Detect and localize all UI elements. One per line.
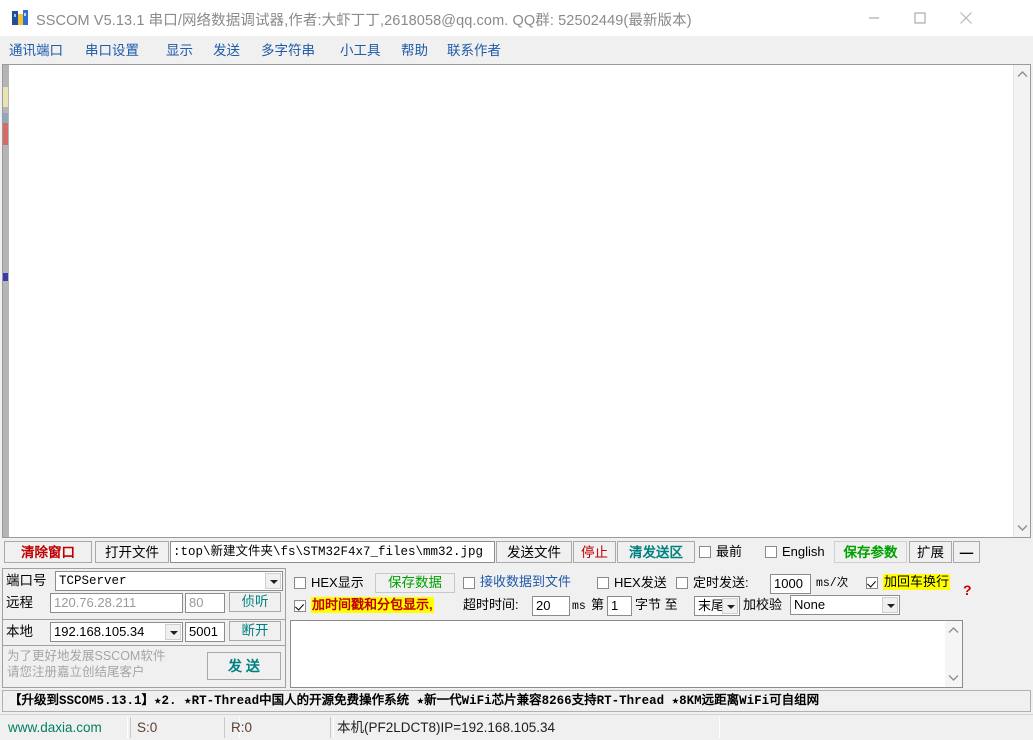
chevron-down-icon[interactable] [165, 624, 181, 640]
collapse-button[interactable]: — [953, 541, 980, 563]
send-file-button[interactable]: 发送文件 [496, 541, 572, 563]
timeout-input[interactable]: 20 [532, 596, 570, 616]
gutter-mark-2 [3, 113, 8, 123]
byte-unit-label: 字节 至 [635, 597, 678, 612]
menu-item-help[interactable]: 帮助 [401, 40, 428, 61]
open-file-button[interactable]: 打开文件 [95, 541, 169, 563]
timed-send-checkbox[interactable] [676, 577, 688, 589]
crlf-checkbox[interactable] [866, 577, 878, 589]
timed-send-label[interactable]: 定时发送: [693, 575, 749, 591]
english-label[interactable]: English [782, 544, 825, 560]
clear-window-button[interactable]: 清除窗口 [4, 541, 92, 563]
chevron-down-icon[interactable] [1014, 519, 1031, 536]
send-button[interactable]: 发 送 [207, 652, 281, 680]
send-text-area[interactable] [290, 620, 963, 688]
file-toolbar: 清除窗口 打开文件 :top\新建文件夹\fs\STM32F4x7_files\… [2, 541, 1031, 565]
maximize-button[interactable] [897, 0, 943, 36]
timestamp-checkbox[interactable] [294, 600, 306, 612]
byte-from-input[interactable]: 1 [607, 596, 632, 616]
remote-port-input[interactable]: 80 [185, 593, 225, 613]
local-port-input[interactable]: 5001 [185, 622, 225, 642]
receive-scrollbar[interactable] [1013, 65, 1030, 537]
title-bar: SSCOM V5.13.1 串口/网络数据调试器,作者:大虾丁丁,2618058… [0, 0, 1033, 37]
promo-panel: 为了更好地发展SSCOM软件 请您注册嘉立创结尾客户 发 送 [2, 646, 286, 688]
disconnect-button[interactable]: 断开 [229, 621, 281, 641]
promo-line-2: 请您注册嘉立创结尾客户 [7, 665, 145, 679]
timed-send-unit: ms/次 [816, 577, 849, 590]
timeout-unit: ms [572, 600, 586, 613]
listen-button[interactable]: 侦听 [229, 592, 281, 612]
save-params-button[interactable]: 保存参数 [834, 541, 907, 563]
menu-item-port-settings[interactable]: 串口设置 [85, 40, 139, 61]
hex-send-label[interactable]: HEX发送 [614, 575, 667, 591]
menu-item-send[interactable]: 发送 [213, 40, 240, 61]
timestamp-label[interactable]: 加时间戳和分包显示, [311, 597, 434, 613]
hex-display-label[interactable]: HEX显示 [311, 575, 364, 591]
local-label: 本地 [6, 624, 33, 639]
gutter-mark-1 [3, 87, 8, 107]
byte-to-combo[interactable]: 末尾 [694, 596, 740, 616]
port-value: TCPServer [59, 574, 127, 588]
recv-to-file-checkbox[interactable] [463, 577, 475, 589]
send-text-content[interactable] [294, 623, 942, 685]
crlf-label[interactable]: 加回车换行 [883, 574, 951, 590]
chevron-up-icon[interactable] [1014, 66, 1031, 83]
menu-item-tools[interactable]: 小工具 [340, 40, 381, 61]
help-marker-icon[interactable]: ? [963, 582, 972, 598]
gutter-mark-4 [3, 273, 8, 281]
chevron-up-icon[interactable] [945, 622, 962, 639]
window-title: SSCOM V5.13.1 串口/网络数据调试器,作者:大虾丁丁,2618058… [36, 13, 692, 29]
promo-line-1: 为了更好地发展SSCOM软件 [7, 649, 166, 663]
hex-send-checkbox[interactable] [597, 577, 609, 589]
remote-ip-input[interactable]: 120.76.28.211 [50, 593, 183, 613]
chevron-down-icon[interactable] [882, 597, 898, 613]
menu-bar: 通讯端口 串口设置 显示 发送 多字符串 小工具 帮助 联系作者 [0, 36, 1033, 64]
menu-item-comm-port[interactable]: 通讯端口 [9, 40, 63, 61]
receive-area[interactable] [2, 64, 1031, 538]
save-data-button[interactable]: 保存数据 [375, 573, 455, 593]
port-combo[interactable]: TCPServer [55, 571, 283, 591]
byte-to-value: 末尾 [698, 598, 725, 613]
port-label: 端口号 [6, 573, 47, 588]
clear-send-button[interactable]: 清发送区 [617, 541, 695, 563]
status-host-info: 本机(PF2LDCT8)IP=192.168.105.34 [330, 717, 720, 738]
chevron-down-icon[interactable] [722, 598, 738, 614]
status-website[interactable]: www.daxia.com [2, 717, 128, 738]
byte-from-label: 第 [591, 597, 605, 612]
english-checkbox[interactable] [765, 546, 777, 558]
minimize-button[interactable] [851, 0, 897, 36]
hex-display-checkbox[interactable] [294, 577, 306, 589]
checksum-label: 加校验 [743, 597, 783, 612]
local-settings-panel: 本地 192.168.105.34 5001 断开 [2, 620, 286, 646]
file-path-input[interactable]: :top\新建文件夹\fs\STM32F4x7_files\mm32.jpg [170, 541, 495, 563]
chevron-down-icon[interactable] [945, 669, 962, 686]
checksum-combo[interactable]: None [790, 595, 900, 615]
extend-button[interactable]: 扩展 [909, 541, 952, 563]
topmost-checkbox[interactable] [699, 546, 711, 558]
menu-item-multi-string[interactable]: 多字符串 [261, 40, 315, 61]
local-ip-combo[interactable]: 192.168.105.34 [50, 622, 183, 642]
receive-text[interactable] [9, 68, 1011, 535]
stop-button[interactable]: 停止 [573, 541, 616, 563]
recv-to-file-label[interactable]: 接收数据到文件 [480, 574, 571, 590]
timeout-label: 超时时间: [463, 597, 519, 612]
status-received-count: R:0 [224, 717, 334, 738]
close-button[interactable] [943, 0, 989, 36]
chevron-down-icon[interactable] [265, 573, 281, 589]
gutter-mark-3 [3, 123, 8, 145]
sscom-window: SSCOM V5.13.1 串口/网络数据调试器,作者:大虾丁丁,2618058… [0, 0, 1033, 740]
connection-settings-panel: 端口号 TCPServer 远程 120.76.28.211 80 侦听 [2, 568, 286, 620]
timed-send-input[interactable]: 1000 [770, 574, 811, 594]
promo-banner[interactable]: 【升级到SSCOM5.13.1】★2. ★RT-Thread中国人的开源免费操作… [2, 690, 1031, 712]
topmost-label[interactable]: 最前 [716, 544, 742, 560]
menu-item-display[interactable]: 显示 [166, 40, 193, 61]
checksum-value: None [794, 597, 826, 612]
local-ip-value: 192.168.105.34 [54, 624, 145, 639]
status-bar: www.daxia.com S:0 R:0 本机(PF2LDCT8)IP=192… [0, 714, 1033, 740]
app-icon [11, 9, 29, 27]
remote-label: 远程 [6, 595, 33, 610]
send-scrollbar[interactable] [945, 621, 962, 687]
menu-item-contact[interactable]: 联系作者 [447, 40, 501, 61]
